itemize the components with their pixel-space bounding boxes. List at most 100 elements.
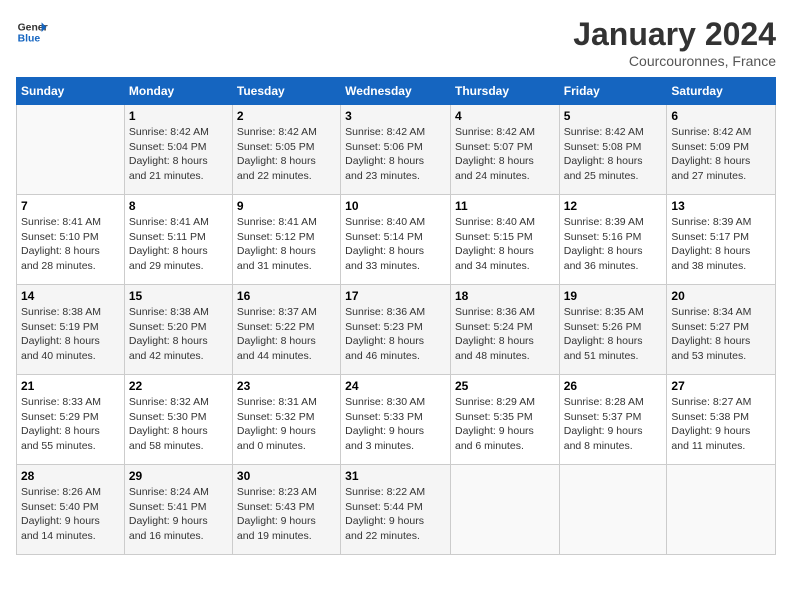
day-cell: 23 Sunrise: 8:31 AMSunset: 5:32 PMDayligh… [232, 375, 340, 465]
day-info: Sunrise: 8:24 AMSunset: 5:41 PMDaylight:… [129, 485, 228, 544]
day-info: Sunrise: 8:38 AMSunset: 5:19 PMDaylight:… [21, 305, 120, 364]
day-info: Sunrise: 8:42 AMSunset: 5:06 PMDaylight:… [345, 125, 446, 184]
week-row: 21 Sunrise: 8:33 AMSunset: 5:29 PMDayligh… [17, 375, 776, 465]
header: General Blue January 2024 Courcouronnes,… [16, 16, 776, 69]
day-info: Sunrise: 8:39 AMSunset: 5:17 PMDaylight:… [671, 215, 771, 274]
day-info: Sunrise: 8:42 AMSunset: 5:07 PMDaylight:… [455, 125, 555, 184]
day-cell: 25 Sunrise: 8:29 AMSunset: 5:35 PMDayligh… [450, 375, 559, 465]
day-header-monday: Monday [124, 78, 232, 105]
day-cell: 7 Sunrise: 8:41 AMSunset: 5:10 PMDaylight… [17, 195, 125, 285]
day-cell: 16Sunrise: 8:37 AMSunset: 5:22 PMDayligh… [232, 285, 340, 375]
day-info: Sunrise: 8:42 AMSunset: 5:09 PMDaylight:… [671, 125, 771, 184]
day-cell [559, 465, 667, 555]
title-area: January 2024 Courcouronnes, France [573, 16, 776, 69]
day-number: 17 [345, 289, 446, 303]
day-cell: 3Sunrise: 8:42 AMSunset: 5:06 PMDaylight… [341, 105, 451, 195]
day-number: 13 [671, 199, 771, 213]
header-row: SundayMondayTuesdayWednesdayThursdayFrid… [17, 78, 776, 105]
day-info: Sunrise: 8:22 AMSunset: 5:44 PMDaylight:… [345, 485, 446, 544]
day-info: Sunrise: 8:41 AMSunset: 5:11 PMDaylight:… [129, 215, 228, 274]
day-header-tuesday: Tuesday [232, 78, 340, 105]
day-info: Sunrise: 8:32 AMSunset: 5:30 PMDaylight:… [129, 395, 228, 454]
day-header-saturday: Saturday [667, 78, 776, 105]
day-cell: 30 Sunrise: 8:23 AMSunset: 5:43 PMDayligh… [232, 465, 340, 555]
day-cell: 27 Sunrise: 8:27 AMSunset: 5:38 PMDayligh… [667, 375, 776, 465]
day-number: 25 [455, 379, 555, 393]
day-info: Sunrise: 8:42 AMSunset: 5:04 PMDaylight:… [129, 125, 228, 184]
day-info: Sunrise: 8:31 AMSunset: 5:32 PMDaylight:… [237, 395, 336, 454]
day-info: Sunrise: 8:39 AMSunset: 5:16 PMDaylight:… [564, 215, 663, 274]
day-cell: 22Sunrise: 8:32 AMSunset: 5:30 PMDayligh… [124, 375, 232, 465]
day-number: 18 [455, 289, 555, 303]
day-info: Sunrise: 8:29 AMSunset: 5:35 PMDaylight:… [455, 395, 555, 454]
day-cell: 19 Sunrise: 8:35 AMSunset: 5:26 PMDayligh… [559, 285, 667, 375]
day-number: 20 [671, 289, 771, 303]
day-number: 2 [237, 109, 336, 123]
day-cell: 1 Sunrise: 8:42 AMSunset: 5:04 PMDaylight… [124, 105, 232, 195]
day-cell: 4 Sunrise: 8:42 AMSunset: 5:07 PMDaylight… [450, 105, 559, 195]
day-cell: 31 Sunrise: 8:22 AMSunset: 5:44 PMDayligh… [341, 465, 451, 555]
day-number: 29 [129, 469, 228, 483]
day-cell: 21 Sunrise: 8:33 AMSunset: 5:29 PMDayligh… [17, 375, 125, 465]
day-info: Sunrise: 8:33 AMSunset: 5:29 PMDaylight:… [21, 395, 120, 454]
day-info: Sunrise: 8:34 AMSunset: 5:27 PMDaylight:… [671, 305, 771, 364]
day-number: 26 [564, 379, 663, 393]
day-number: 6 [671, 109, 771, 123]
logo-icon: General Blue [16, 16, 48, 48]
day-number: 31 [345, 469, 446, 483]
day-info: Sunrise: 8:40 AMSunset: 5:15 PMDaylight:… [455, 215, 555, 274]
day-info: Sunrise: 8:36 AMSunset: 5:23 PMDaylight:… [345, 305, 446, 364]
day-cell: 29 Sunrise: 8:24 AMSunset: 5:41 PMDayligh… [124, 465, 232, 555]
day-number: 21 [21, 379, 120, 393]
day-info: Sunrise: 8:41 AMSunset: 5:10 PMDaylight:… [21, 215, 120, 274]
day-number: 15 [129, 289, 228, 303]
day-number: 14 [21, 289, 120, 303]
day-number: 7 [21, 199, 120, 213]
day-number: 5 [564, 109, 663, 123]
week-row: 1 Sunrise: 8:42 AMSunset: 5:04 PMDaylight… [17, 105, 776, 195]
day-info: Sunrise: 8:30 AMSunset: 5:33 PMDaylight:… [345, 395, 446, 454]
day-cell [450, 465, 559, 555]
day-number: 24 [345, 379, 446, 393]
calendar-table: SundayMondayTuesdayWednesdayThursdayFrid… [16, 77, 776, 555]
day-number: 8 [129, 199, 228, 213]
day-cell: 10 Sunrise: 8:40 AMSunset: 5:14 PMDayligh… [341, 195, 451, 285]
month-title: January 2024 [573, 16, 776, 53]
day-info: Sunrise: 8:36 AMSunset: 5:24 PMDaylight:… [455, 305, 555, 364]
week-row: 28Sunrise: 8:26 AMSunset: 5:40 PMDayligh… [17, 465, 776, 555]
day-info: Sunrise: 8:37 AMSunset: 5:22 PMDaylight:… [237, 305, 336, 364]
week-row: 14 Sunrise: 8:38 AMSunset: 5:19 PMDayligh… [17, 285, 776, 375]
day-cell: 5 Sunrise: 8:42 AMSunset: 5:08 PMDaylight… [559, 105, 667, 195]
day-cell: 28Sunrise: 8:26 AMSunset: 5:40 PMDayligh… [17, 465, 125, 555]
week-row: 7 Sunrise: 8:41 AMSunset: 5:10 PMDaylight… [17, 195, 776, 285]
day-cell: 2 Sunrise: 8:42 AMSunset: 5:05 PMDaylight… [232, 105, 340, 195]
day-number: 1 [129, 109, 228, 123]
day-number: 19 [564, 289, 663, 303]
day-cell: 13 Sunrise: 8:39 AMSunset: 5:17 PMDayligh… [667, 195, 776, 285]
day-number: 23 [237, 379, 336, 393]
day-number: 30 [237, 469, 336, 483]
day-info: Sunrise: 8:35 AMSunset: 5:26 PMDaylight:… [564, 305, 663, 364]
day-cell: 17 Sunrise: 8:36 AMSunset: 5:23 PMDayligh… [341, 285, 451, 375]
day-number: 27 [671, 379, 771, 393]
day-cell [17, 105, 125, 195]
day-info: Sunrise: 8:41 AMSunset: 5:12 PMDaylight:… [237, 215, 336, 274]
day-cell: 24 Sunrise: 8:30 AMSunset: 5:33 PMDayligh… [341, 375, 451, 465]
day-info: Sunrise: 8:23 AMSunset: 5:43 PMDaylight:… [237, 485, 336, 544]
day-cell: 12Sunrise: 8:39 AMSunset: 5:16 PMDayligh… [559, 195, 667, 285]
day-cell: 9Sunrise: 8:41 AMSunset: 5:12 PMDaylight… [232, 195, 340, 285]
day-info: Sunrise: 8:27 AMSunset: 5:38 PMDaylight:… [671, 395, 771, 454]
day-info: Sunrise: 8:42 AMSunset: 5:05 PMDaylight:… [237, 125, 336, 184]
day-info: Sunrise: 8:38 AMSunset: 5:20 PMDaylight:… [129, 305, 228, 364]
day-info: Sunrise: 8:42 AMSunset: 5:08 PMDaylight:… [564, 125, 663, 184]
day-number: 11 [455, 199, 555, 213]
day-number: 4 [455, 109, 555, 123]
day-cell: 6 Sunrise: 8:42 AMSunset: 5:09 PMDaylight… [667, 105, 776, 195]
day-cell [667, 465, 776, 555]
day-info: Sunrise: 8:40 AMSunset: 5:14 PMDaylight:… [345, 215, 446, 274]
day-number: 10 [345, 199, 446, 213]
day-cell: 11 Sunrise: 8:40 AMSunset: 5:15 PMDayligh… [450, 195, 559, 285]
day-info: Sunrise: 8:28 AMSunset: 5:37 PMDaylight:… [564, 395, 663, 454]
day-number: 28 [21, 469, 120, 483]
day-cell: 14 Sunrise: 8:38 AMSunset: 5:19 PMDayligh… [17, 285, 125, 375]
